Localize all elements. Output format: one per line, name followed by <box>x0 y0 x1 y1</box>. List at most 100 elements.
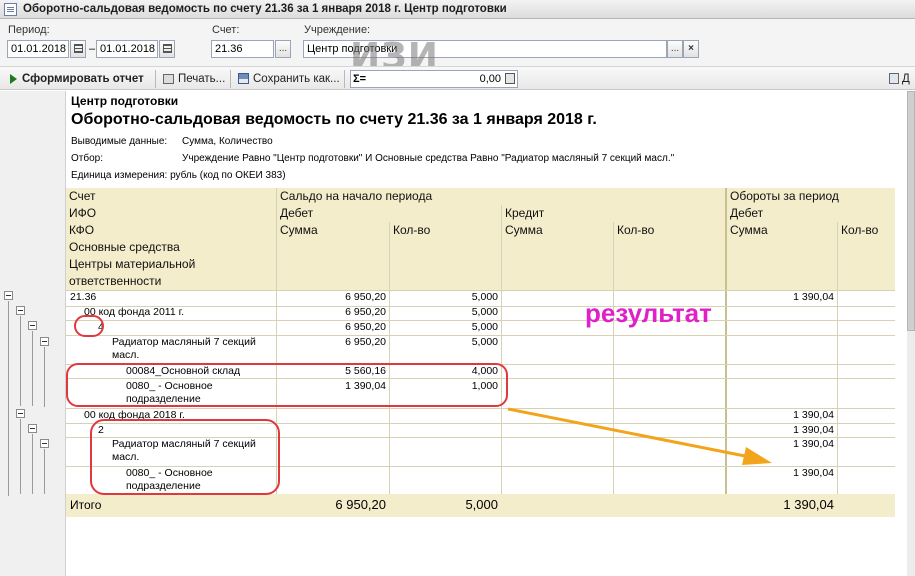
debit-sum: 6 950,20 <box>345 336 386 348</box>
toolbar-divider <box>344 70 345 88</box>
arrow-shaft <box>507 407 751 459</box>
filter-panel: Период: 01.01.2018 – 01.01.2018 Счет: 21… <box>0 19 915 66</box>
collapse-toggle[interactable] <box>16 409 25 418</box>
window-title: Оборотно-сальдовая ведомость по счету 21… <box>23 3 507 15</box>
debit-qty: 5,000 <box>471 321 498 333</box>
book-icon <box>889 73 899 85</box>
printer-icon <box>163 73 174 84</box>
tree-gutter <box>0 91 66 576</box>
filter-label: Отбор: <box>71 153 103 164</box>
debit-sum: 6 950,20 <box>345 306 386 318</box>
turnover-sum: 1 390,04 <box>793 291 834 303</box>
tree-line <box>44 449 45 494</box>
print-button[interactable]: Печать... <box>163 71 225 87</box>
collapse-toggle[interactable] <box>28 424 37 433</box>
tree-line <box>32 331 33 406</box>
total-debit-sum: 6 950,20 <box>335 497 386 512</box>
grid-line <box>837 222 838 517</box>
header-sum-credit: Сумма <box>502 222 613 290</box>
header-qty-debit: Кол-во <box>390 222 501 290</box>
document-icon <box>4 2 17 16</box>
collapse-toggle[interactable] <box>28 321 37 330</box>
collapse-toggle[interactable] <box>16 306 25 315</box>
period-dash: – <box>89 43 96 55</box>
toolbar-divider <box>230 70 231 88</box>
sum-field[interactable]: Σ= 0,00 <box>350 70 518 88</box>
scrollbar-thumb[interactable] <box>907 91 915 331</box>
save-as-label: Сохранить как... <box>253 73 340 85</box>
run-report-button[interactable]: Сформировать отчет <box>10 71 144 87</box>
annotation-oval <box>90 419 280 495</box>
tree-line <box>32 434 33 494</box>
account-select-button[interactable]: ... <box>275 40 291 58</box>
institution-clear-button[interactable]: × <box>683 40 699 58</box>
vertical-scrollbar[interactable] <box>907 91 915 576</box>
sum-value: 0,00 <box>479 73 501 85</box>
collapse-toggle[interactable] <box>40 337 49 346</box>
grid-line <box>613 222 614 517</box>
calendar-icon <box>162 44 172 53</box>
debit-qty: 5,000 <box>471 336 498 348</box>
report-area: Центр подготовки Оборотно-сальдовая ведо… <box>0 91 915 576</box>
header-turnover: Обороты за период <box>727 188 895 205</box>
period-to-field[interactable]: 01.01.2018 <box>96 40 158 58</box>
header-opening-balance: Сальдо на начало периода <box>277 188 726 205</box>
header-qty-turnover: Кол-во <box>838 222 895 290</box>
account-field[interactable]: 21.36 <box>211 40 274 58</box>
institution-select-button[interactable]: ... <box>667 40 683 58</box>
total-label: Итого <box>70 498 102 512</box>
header-credit: Кредит <box>502 205 726 222</box>
more-label: Д <box>902 73 910 85</box>
calendar-icon <box>73 44 83 53</box>
annotation-result-text: результат <box>585 298 712 328</box>
toolbar: Сформировать отчет Печать... Сохранить к… <box>0 66 915 90</box>
total-turnover-sum: 1 390,04 <box>783 497 834 512</box>
debit-sum: 6 950,20 <box>345 291 386 303</box>
shown-data-label: Выводимые данные: <box>71 136 168 147</box>
period-from-field[interactable]: 01.01.2018 <box>7 40 69 58</box>
toolbar-divider <box>155 70 156 88</box>
report-org: Центр подготовки <box>71 94 179 108</box>
tree-line <box>20 419 21 494</box>
header-fixed-assets: Основные средства <box>66 239 276 256</box>
debit-sum: 6 950,20 <box>345 321 386 333</box>
more-button[interactable]: Д <box>889 71 910 87</box>
header-turnover-debit: Дебет <box>727 205 895 222</box>
unit-line: Единица измерения: рубль (код по ОКЕИ 38… <box>71 170 286 181</box>
run-report-label: Сформировать отчет <box>22 73 144 85</box>
window-titlebar: Оборотно-сальдовая ведомость по счету 21… <box>0 0 915 19</box>
collapse-toggle[interactable] <box>4 291 13 300</box>
institution-label: Учреждение: <box>304 24 371 36</box>
header-sum-turnover: Сумма <box>727 222 837 290</box>
sum-symbol: Σ= <box>353 73 367 85</box>
print-label: Печать... <box>178 73 226 85</box>
header-kfo: КФО <box>66 222 276 239</box>
account-label: Счет: <box>212 24 240 36</box>
header-account: Счет <box>66 188 276 205</box>
annotation-arrow <box>507 407 772 465</box>
tree-line <box>44 347 45 407</box>
debit-qty: 5,000 <box>471 306 498 318</box>
save-as-button[interactable]: Сохранить как... <box>238 71 340 87</box>
filter-value: Учреждение Равно "Центр подготовки" И Ос… <box>182 153 675 164</box>
report-title: Оборотно-сальдовая ведомость по счету 21… <box>71 111 597 128</box>
row-name: Радиатор масляный 7 секций масл. <box>112 336 256 361</box>
period-label: Период: <box>8 24 50 36</box>
row-name: 21.36 <box>70 291 97 303</box>
arrow-head <box>742 447 772 465</box>
header-ifo: ИФО <box>66 205 276 222</box>
tree-line <box>8 301 9 496</box>
collapse-toggle[interactable] <box>40 439 49 448</box>
total-debit-qty: 5,000 <box>465 497 498 512</box>
calculator-icon[interactable] <box>505 73 515 84</box>
annotation-oval <box>74 315 104 337</box>
calendar-from-button[interactable] <box>70 40 86 58</box>
floppy-disk-icon <box>238 73 249 85</box>
annotation-oval <box>66 363 508 407</box>
debit-qty: 5,000 <box>471 291 498 303</box>
header-cmo: Центры материальной ответственности <box>66 256 276 290</box>
header-sum-debit: Сумма <box>277 222 389 290</box>
calendar-to-button[interactable] <box>159 40 175 58</box>
shown-data-value: Сумма, Количество <box>182 136 273 147</box>
header-qty-credit: Кол-во <box>614 222 726 290</box>
